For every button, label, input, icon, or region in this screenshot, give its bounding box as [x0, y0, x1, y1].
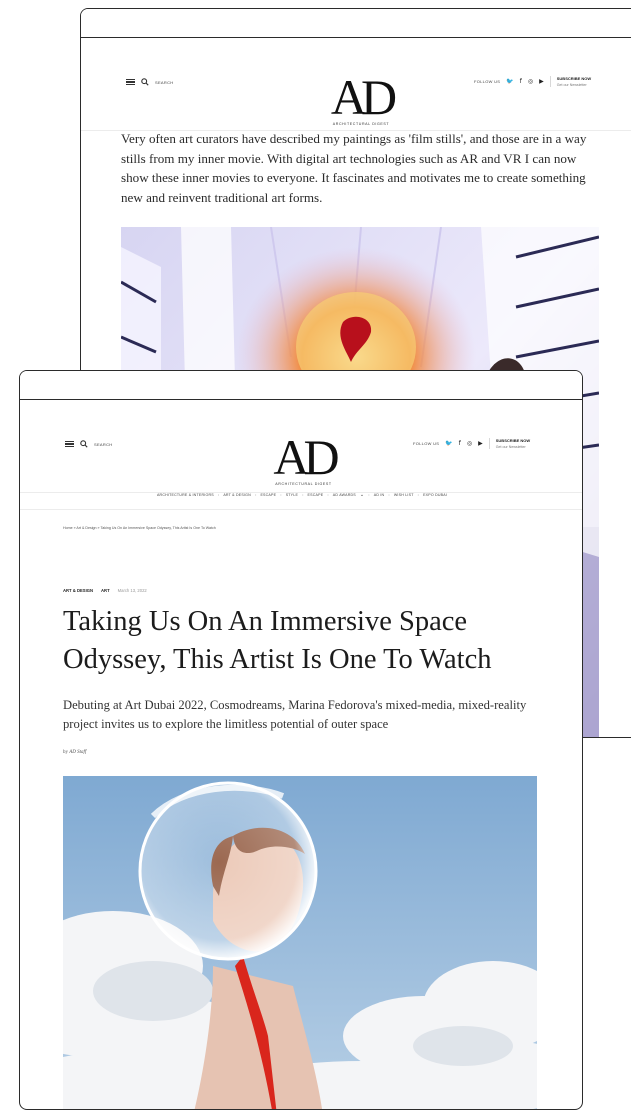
search-icon[interactable] [141, 78, 149, 86]
logo-mark: AD [273, 429, 339, 485]
front-window-tab-bar [20, 371, 582, 400]
nav-separator: • [327, 493, 329, 497]
hero-image-astronaut-woman [63, 776, 537, 1109]
nav-separator: • [417, 493, 420, 497]
article-paragraph: Very often art curators have described m… [121, 131, 587, 205]
article-meta: ART & DESIGN ART March 13, 2022 [63, 588, 147, 593]
front-site-header: SEARCH AD ARCHITECTURAL DIGEST FOLLOW US… [20, 400, 582, 493]
category-link-art[interactable]: ART [101, 588, 110, 593]
nav-item-ad-awards[interactable]: AD AWARDS [333, 493, 356, 497]
nav-separator: • [217, 493, 220, 497]
facebook-icon[interactable]: f [520, 78, 522, 85]
ad-logo[interactable]: AD ARCHITECTURAL DIGEST [316, 69, 406, 126]
main-nav: ARCHITECTURE & INTERIORS • ART & DESIGN • … [20, 481, 582, 510]
nav-item-escape-2[interactable]: ESCAPE [308, 493, 324, 497]
youtube-icon[interactable]: ▶ [539, 78, 544, 85]
logo-subtitle: ARCHITECTURAL DIGEST [332, 122, 390, 126]
back-header-left: SEARCH [126, 78, 173, 86]
back-window-tab-bar [81, 9, 631, 38]
breadcrumb[interactable]: Home » Art & Design » Taking Us On An Im… [63, 526, 216, 530]
nav-separator: • [388, 493, 390, 497]
subscribe-label[interactable]: SUBSCRIBE NOW [557, 76, 591, 81]
nav-item-escape[interactable]: ESCAPE [260, 493, 276, 497]
follow-label: FOLLOW US [474, 79, 501, 84]
newsletter-label[interactable]: Get our Newsletter [496, 445, 530, 449]
nav-item-style[interactable]: STYLE [286, 493, 298, 497]
menu-icon[interactable] [126, 78, 135, 86]
author-link[interactable]: AD Staff [69, 750, 86, 755]
youtube-icon[interactable]: ▶ [478, 440, 483, 447]
nav-separator: • [302, 493, 304, 497]
subscribe-block[interactable]: SUBSCRIBE NOW Get our Newsletter [488, 438, 530, 449]
nav-item-expo-dubai[interactable]: EXPO DUBAI [423, 493, 447, 497]
instagram-icon[interactable]: ◎ [467, 440, 472, 447]
search-label[interactable]: SEARCH [155, 80, 173, 85]
subscribe-block[interactable]: SUBSCRIBE NOW Get our Newsletter [549, 76, 591, 87]
back-site-header: SEARCH AD ARCHITECTURAL DIGEST FOLLOW US… [81, 38, 631, 131]
front-header-left: SEARCH [65, 440, 112, 448]
ad-logo[interactable]: AD ARCHITECTURAL DIGEST [256, 429, 351, 486]
twitter-icon[interactable]: 🐦 [506, 78, 513, 85]
chevron-down-icon[interactable]: ⌄ [360, 492, 364, 498]
publish-date: March 13, 2022 [117, 588, 147, 593]
nav-item-ad-in[interactable]: AD IN [374, 493, 385, 497]
logo-mark: AD [330, 69, 397, 125]
back-header-right: FOLLOW US 🐦 f ◎ ▶ SUBSCRIBE NOW Get our … [474, 76, 591, 87]
subscribe-label[interactable]: SUBSCRIBE NOW [496, 438, 530, 443]
byline-prefix: by [63, 750, 68, 755]
nav-separator: • [280, 493, 282, 497]
page-title: Taking Us On An Immersive Space Odyssey,… [63, 606, 492, 675]
nav-separator: • [254, 493, 257, 497]
front-header-right: FOLLOW US 🐦 f ◎ ▶ SUBSCRIBE NOW Get our … [413, 438, 530, 449]
front-browser-window: SEARCH AD ARCHITECTURAL DIGEST FOLLOW US… [19, 370, 583, 1110]
nav-item-art-design[interactable]: ART & DESIGN [223, 493, 251, 497]
search-label[interactable]: SEARCH [94, 442, 112, 447]
nav-separator: • [368, 493, 370, 497]
search-icon[interactable] [80, 440, 88, 448]
follow-label: FOLLOW US [413, 441, 440, 446]
article-subtitle: Debuting at Art Dubai 2022, Cosmodreams,… [63, 698, 527, 731]
newsletter-label[interactable]: Get our Newsletter [557, 83, 591, 87]
facebook-icon[interactable]: f [459, 440, 461, 447]
twitter-icon[interactable]: 🐦 [445, 440, 452, 447]
nav-item-architecture[interactable]: ARCHITECTURE & INTERIORS [157, 493, 214, 497]
category-link-art-design[interactable]: ART & DESIGN [63, 588, 93, 593]
instagram-icon[interactable]: ◎ [528, 78, 533, 85]
menu-icon[interactable] [65, 440, 74, 448]
byline: by AD Staff [63, 750, 86, 755]
nav-item-wish-list[interactable]: WISH LIST [394, 493, 414, 497]
